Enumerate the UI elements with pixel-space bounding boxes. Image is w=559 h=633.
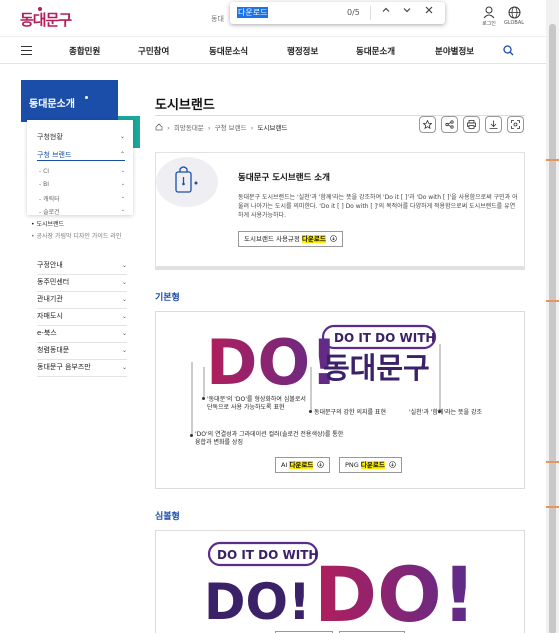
intro-illustration (156, 157, 218, 207)
chevron-down-icon: ⌄ (120, 181, 125, 187)
symbol-do-text: DO! (204, 573, 311, 631)
main-nav: 종합민원 구민참여 동대문소식 행정정보 동대문소개 분야별정보 (0, 36, 559, 64)
logo-tag-text: DO IT DO WITH (334, 331, 435, 345)
symbol-logo-box: DO IT DO WITH DO! DO! (155, 530, 525, 633)
search-icon[interactable] (503, 45, 514, 58)
nav-item-participation[interactable]: 구민참여 (138, 45, 169, 57)
intro-text: 동대문구 도시브랜드는 '실천'과 '함께'라는 뜻을 강조하여 'Do it … (238, 194, 518, 219)
share-button[interactable] (441, 116, 458, 133)
sidebar-sub-character[interactable]: - 캐릭터 (39, 194, 60, 203)
section-title-symbol: 심볼형 (155, 512, 180, 522)
symbol-do2-text: DO! (314, 550, 476, 633)
find-divider (370, 6, 371, 20)
scroll-marker (546, 461, 559, 463)
ai-download-button[interactable]: AI 다운로드 (275, 457, 331, 473)
sidebar-sub-slogan[interactable]: - 슬로건 (39, 207, 60, 216)
download-circle-icon (317, 461, 325, 468)
page-title: 도시브랜드 (155, 98, 215, 113)
breadcrumb-current: 도시브랜드 (257, 124, 288, 132)
symbol-tag-text: DO IT DO WITH (217, 548, 318, 562)
download-circle-icon (389, 461, 396, 468)
sidebar-menu-agency[interactable]: 관내기관 ⌄ (37, 292, 127, 309)
nav-item-news[interactable]: 동대문소식 (209, 45, 248, 57)
chevron-up-icon: ⌃ (119, 151, 125, 158)
note-meaning: '실천'과 '함께'라는 뜻을 강조 (409, 409, 483, 416)
sidebar-submenu: 구청현황 ⌄ 구청 브랜드 ⌃ - CI ⌄ - BI ⌄ - 캐릭터 ⌄ - … (27, 120, 133, 216)
sidebar-sub-ci[interactable]: - CI (39, 168, 49, 175)
logo-dot (38, 7, 42, 11)
expand-icon (511, 120, 520, 129)
global-button[interactable]: GLOBAL (503, 6, 525, 26)
logo-name-text: 동대문구 (323, 351, 430, 385)
find-count: 0/5 (347, 8, 360, 17)
sidebar-menu-ombudsman[interactable]: 동대문구 음부즈만 ⌄ (37, 360, 127, 377)
scroll-marker (546, 159, 559, 161)
expand-button[interactable] (507, 116, 524, 133)
chevron-down-icon: ⌄ (120, 168, 125, 174)
intro-card: 동대문구 도시브랜드 소개 동대문구 도시브랜드는 '실천'과 '함께'라는 뜻… (155, 152, 525, 270)
brand-guide-download-button[interactable]: 도시브랜드 사용규정 다운로드 (238, 231, 343, 247)
sidebar-menu-ebooks[interactable]: e-북스 ⌄ (37, 326, 127, 343)
sidebar-item-citybrand[interactable]: • 도시브랜드 (31, 219, 64, 228)
login-button[interactable]: 로그인 (478, 6, 500, 27)
download-button[interactable] (485, 116, 502, 133)
basic-logo-box: DO! DO IT DO WITH 동대문구 '동대문'의 'DO'를 형상화하… (155, 311, 525, 489)
chevron-down-icon: ⌄ (120, 194, 125, 200)
star-icon (423, 120, 432, 129)
global-label: GLOBAL (503, 20, 525, 26)
download-circle-icon (330, 235, 337, 242)
nav-item-civil[interactable]: 종합민원 (69, 45, 100, 57)
section-title-basic: 기본형 (155, 293, 180, 303)
sidebar-item-brand[interactable]: 구청 브랜드 (37, 150, 71, 160)
globe-icon (508, 6, 520, 19)
scrollbar-thumb[interactable] (549, 24, 556, 633)
chevron-down-icon: ⌄ (120, 207, 125, 213)
menu-icon[interactable] (21, 46, 32, 55)
home-icon (155, 123, 163, 131)
site-logo[interactable]: 동대문구 (20, 9, 72, 30)
close-icon[interactable] (421, 5, 437, 21)
download-icon (489, 120, 498, 129)
header-gray-text: 동대 (211, 15, 224, 23)
breadcrumb: › 희망동대문 › 구청 브랜드 › 도시브랜드 (155, 122, 287, 132)
bookmark-button[interactable] (419, 116, 436, 133)
sidebar-hero: 동대문소개 (21, 80, 118, 122)
scroll-marker (546, 506, 559, 508)
sidebar-hero-title: 동대문소개 (29, 99, 75, 110)
logo-do-text: DO! (206, 326, 338, 399)
sidebar-menu-sister[interactable]: 자매도시 ⌄ (37, 309, 127, 326)
sidebar-hero-dot (85, 96, 88, 99)
find-query: 다운로드 (237, 7, 269, 18)
chevron-up-icon[interactable] (378, 5, 394, 21)
png-download-button[interactable]: PNG 다운로드 (339, 457, 402, 473)
sidebar-menu-integrity[interactable]: 청렴동대문 ⌄ (37, 343, 127, 360)
login-label: 로그인 (482, 21, 496, 27)
user-icon (483, 6, 495, 19)
print-icon (467, 120, 476, 129)
note-will: 동대문구의 강한 의지를 표현 (314, 409, 386, 416)
site-header: 동대문구 동대 다운로드 0/5 로그인 GLOBAL (0, 0, 559, 36)
sidebar-menu-guide[interactable]: 구정안내 ⌄ (37, 258, 127, 275)
sidebar-sub-bi[interactable]: - BI (39, 181, 49, 188)
nav-item-fields[interactable]: 분야별정보 (435, 45, 474, 57)
scroll-marker (546, 300, 559, 302)
active-underline (37, 160, 125, 161)
share-icon (445, 120, 454, 129)
nav-item-admin[interactable]: 행정정보 (287, 45, 318, 57)
bag-icon (175, 166, 198, 193)
symbol-logo-graphic: DO IT DO WITH DO! DO! (204, 541, 476, 633)
nav-item-intro[interactable]: 동대문소개 (356, 45, 395, 57)
sidebar-item-status[interactable]: 구청현황 (37, 132, 63, 142)
note-do-shape: '동대문'의 'DO'를 형상화하여 심볼로서 단독으로 사용 가능하도록 표현 (207, 396, 306, 411)
find-bar: 다운로드 0/5 (230, 2, 445, 24)
intro-title: 동대문구 도시브랜드 소개 (238, 173, 330, 183)
breadcrumb-item[interactable]: 희망동대문 (174, 124, 204, 132)
chevron-down-icon[interactable] (399, 5, 415, 21)
sidebar-item-guideline[interactable]: • 공사장 가림막 디자인 가이드 라인 (31, 233, 126, 241)
sidebar-menu-dong[interactable]: 동주민센터 ⌄ (37, 275, 127, 292)
chevron-down-icon: ⌄ (119, 133, 125, 140)
print-button[interactable] (463, 116, 480, 133)
note-gradient: 'DO'의 연결성과 그라데이션 컬러(솔로건 전용색상)를 통한 융합과 변화… (195, 431, 344, 446)
breadcrumb-item[interactable]: 구청 브랜드 (215, 124, 247, 132)
